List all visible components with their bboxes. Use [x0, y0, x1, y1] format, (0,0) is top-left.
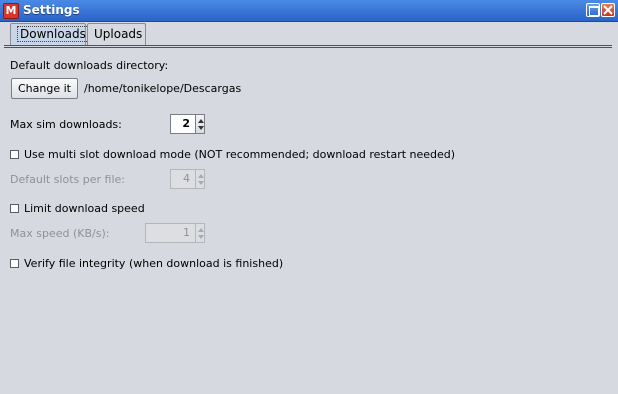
max-sim-downloads-field[interactable]: 2 [170, 114, 196, 134]
multislot-checkbox[interactable] [10, 150, 19, 159]
title-bar: M Settings [0, 0, 618, 22]
verify-integrity-checkbox[interactable] [10, 259, 19, 268]
max-speed-spinner[interactable]: 1 [145, 223, 206, 243]
spinner-up-icon[interactable] [198, 174, 204, 178]
spinner-up-icon[interactable] [198, 119, 204, 123]
app-icon: M [3, 3, 19, 19]
max-speed-label: Max speed (KB/s): [10, 227, 110, 240]
directory-path: /home/tonikelope/Descargas [84, 82, 242, 95]
max-sim-downloads-label: Max sim downloads: [10, 118, 122, 131]
multislot-label: Use multi slot download mode (NOT recomm… [24, 148, 456, 161]
window-title: Settings [23, 3, 80, 17]
limit-speed-label: Limit download speed [24, 202, 145, 215]
max-speed-field[interactable]: 1 [145, 223, 196, 243]
maximize-button[interactable] [586, 3, 600, 17]
tab-uploads-label: Uploads [94, 27, 143, 41]
tab-downloads[interactable]: Downloads [10, 23, 89, 45]
max-sim-downloads-spinner[interactable]: 2 [170, 114, 206, 134]
close-icon [603, 5, 613, 15]
slots-per-file-field[interactable]: 4 [170, 169, 196, 189]
tab-uploads[interactable]: Uploads [87, 23, 146, 45]
spinner-up-icon[interactable] [198, 228, 204, 232]
verify-integrity-label: Verify file integrity (when download is … [24, 257, 284, 270]
slots-per-file-label: Default slots per file: [10, 173, 125, 186]
close-button[interactable] [601, 3, 615, 17]
change-directory-button[interactable]: Change it [11, 78, 78, 99]
spinner-arrows[interactable] [195, 169, 205, 189]
spinner-arrows[interactable] [195, 223, 205, 243]
directory-label: Default downloads directory: [10, 59, 169, 72]
spinner-arrows[interactable] [195, 114, 205, 134]
spinner-down-icon[interactable] [198, 126, 204, 130]
spinner-down-icon[interactable] [198, 235, 204, 239]
tab-underline [4, 45, 612, 48]
spinner-down-icon[interactable] [198, 181, 204, 185]
slots-per-file-spinner[interactable]: 4 [170, 169, 206, 189]
limit-speed-checkbox[interactable] [10, 204, 19, 213]
tab-downloads-label: Downloads [17, 26, 89, 42]
